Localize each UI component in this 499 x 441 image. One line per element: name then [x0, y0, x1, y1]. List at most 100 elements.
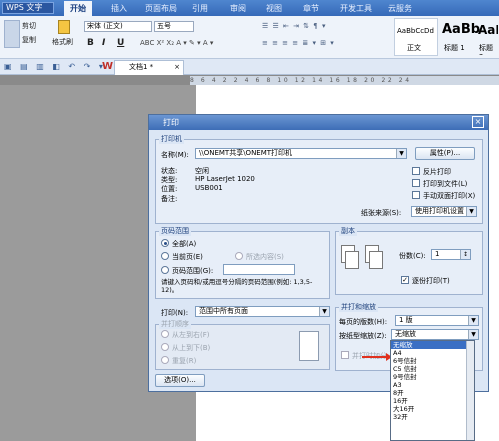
- paper-source-label: 纸张来源(S):: [361, 209, 402, 217]
- copies-title: 副本: [339, 226, 357, 236]
- page-range-hint: 请键入页码和/或用逗号分隔的页码范围(例如: 1,3,5-12)。: [161, 278, 313, 294]
- close-icon[interactable]: ×: [472, 116, 484, 128]
- paper-source-select[interactable]: 使用打印机设置 ▼: [411, 206, 477, 217]
- print-what-select[interactable]: 范围中所有页面 ▼: [195, 306, 330, 317]
- document-tab[interactable]: 文档1 * ×: [114, 60, 184, 75]
- manual-duplex-label: 手动双面打印(X): [423, 192, 476, 200]
- chevron-down-icon: ▼: [396, 149, 406, 158]
- range-pages-label: 页码范围(G):: [172, 267, 214, 275]
- merge-border-checkbox[interactable]: [341, 351, 349, 359]
- printer-name-select[interactable]: \\ONEMT共享\ONEMT打印机 ▼: [195, 148, 407, 159]
- order-ttb-radio[interactable]: [161, 343, 169, 351]
- chevron-down-icon: ▼: [468, 330, 478, 339]
- order-repeat-label: 重复(R): [172, 357, 197, 365]
- font-name-select[interactable]: 宋体 (正文): [84, 21, 152, 32]
- spinner-icon[interactable]: ↕: [460, 250, 470, 259]
- italic-button[interactable]: I: [102, 38, 105, 48]
- collate-order-preview-icon: [299, 331, 319, 361]
- order-ltr-label: 从左到右(F): [172, 331, 210, 339]
- scale-option[interactable]: 6号信封: [391, 357, 474, 365]
- tab-review[interactable]: 审阅: [230, 3, 246, 14]
- range-all-radio[interactable]: [161, 239, 169, 247]
- style-normal[interactable]: AaBbCcDd 正文: [394, 18, 438, 56]
- scale-option[interactable]: 8开: [391, 389, 474, 397]
- style-preview: AaBl: [478, 23, 498, 37]
- pages-per-sheet-select[interactable]: 1 版 ▼: [395, 315, 479, 326]
- underline-button[interactable]: U: [117, 38, 124, 48]
- tab-home[interactable]: 开始: [64, 1, 92, 16]
- font-size-select[interactable]: 五号: [154, 21, 194, 32]
- paragraph-icons[interactable]: ☰ ☰ ⇤ ⇥ ⇅ ¶ ▾: [262, 22, 372, 31]
- scale-select[interactable]: 无缩放 ▼: [391, 329, 479, 340]
- font-format-icons[interactable]: ABC X² X₂ A ▾ ✎ ▾ A ▾: [140, 39, 226, 48]
- copies-count-value: 1: [435, 250, 440, 258]
- close-tab-icon[interactable]: ×: [174, 61, 180, 74]
- scale-option[interactable]: 大16开: [391, 405, 474, 413]
- scale-option[interactable]: 32开: [391, 413, 474, 421]
- tab-insert[interactable]: 插入: [111, 3, 127, 14]
- range-pages-radio[interactable]: [161, 266, 169, 274]
- range-all-label: 全部(A): [172, 240, 197, 248]
- format-painter-icon[interactable]: [58, 20, 70, 34]
- copies-count-input[interactable]: 1 ↕: [431, 249, 471, 260]
- wps-icon[interactable]: W: [102, 61, 113, 72]
- scale-dropdown-list[interactable]: 无缩放 A4 6号信封 C5 信封 9号信封 A3 8开 16开 大16开 32…: [390, 340, 475, 441]
- style-preview: AaBb: [442, 22, 481, 37]
- style-heading-1[interactable]: AaBb 标题 1: [440, 18, 480, 56]
- order-repeat-radio[interactable]: [161, 356, 169, 364]
- scale-option[interactable]: A3: [391, 381, 474, 389]
- style-name: 标题 2: [479, 44, 493, 55]
- tab-page-layout[interactable]: 页面布局: [145, 3, 177, 14]
- scale-option[interactable]: 无缩放: [391, 341, 474, 349]
- scale-option[interactable]: C5 信封: [391, 365, 474, 373]
- options-button[interactable]: 选项(O)...: [155, 374, 205, 387]
- reverse-print-label: 反片打印: [423, 168, 451, 176]
- quick-access-icons[interactable]: ▣ ▤ ▥ ◧ ↶ ↷ ▾: [4, 62, 106, 71]
- where-label: 位置:: [161, 185, 178, 193]
- manual-duplex-checkbox[interactable]: [412, 191, 420, 199]
- quick-access-bar: ▣ ▤ ▥ ◧ ↶ ↷ ▾ W: [0, 59, 499, 75]
- format-painter-button[interactable]: 格式刷: [52, 37, 73, 47]
- page-range-title: 页码范围: [159, 226, 191, 236]
- chevron-down-icon: ▼: [319, 307, 329, 316]
- collate-label: 逐份打印(T): [412, 277, 450, 285]
- pages-per-sheet-label: 每页的版数(H):: [339, 318, 388, 326]
- range-selection-radio[interactable]: [235, 252, 243, 260]
- zoom-title: 并打和缩放: [339, 302, 378, 312]
- printer-group-title: 打印机: [159, 134, 184, 144]
- collate-checkbox[interactable]: ✓: [401, 276, 409, 284]
- tab-sections[interactable]: 章节: [303, 3, 319, 14]
- order-ttb-label: 从上到下(B): [172, 344, 211, 352]
- scale-value: 无缩放: [395, 330, 416, 338]
- reverse-print-checkbox[interactable]: [412, 167, 420, 175]
- scale-label: 按纸型缩放(Z):: [339, 332, 387, 340]
- paste-icon[interactable]: [4, 20, 20, 48]
- app-logo-button[interactable]: WPS 文字: [2, 2, 54, 14]
- range-current-radio[interactable]: [161, 252, 169, 260]
- properties-button[interactable]: 属性(P)...: [415, 147, 475, 160]
- order-ltr-radio[interactable]: [161, 330, 169, 338]
- copy-button[interactable]: 复制: [22, 35, 36, 45]
- style-preview: AaBbCcDd: [397, 27, 434, 35]
- print-to-file-checkbox[interactable]: [412, 179, 420, 187]
- align-icons[interactable]: ≡ ≡ ≡ ≡ ≣ ▾ ⊞ ▾: [262, 39, 372, 48]
- page-range-input[interactable]: [223, 264, 295, 275]
- range-current-label: 当前页(E): [172, 253, 203, 261]
- copies-count-label: 份数(C):: [399, 252, 426, 260]
- tab-references[interactable]: 引用: [192, 3, 208, 14]
- scale-option[interactable]: 9号信封: [391, 373, 474, 381]
- bold-button[interactable]: B: [87, 38, 94, 48]
- style-name: 标题 1: [444, 44, 465, 52]
- tab-cloud[interactable]: 云服务: [388, 3, 412, 14]
- printer-name-label: 名称(M):: [161, 151, 189, 159]
- scale-option[interactable]: 16开: [391, 397, 474, 405]
- tab-developer[interactable]: 开发工具: [340, 3, 372, 14]
- scale-option[interactable]: A4: [391, 349, 474, 357]
- dropdown-scrollbar[interactable]: [466, 341, 474, 440]
- ribbon: 剪切 复制 格式刷 宋体 (正文) 五号 B I U ABC X² X₂ A ▾…: [0, 16, 499, 59]
- tab-view[interactable]: 视图: [266, 3, 282, 14]
- cut-button[interactable]: 剪切: [22, 21, 36, 31]
- range-selection-label: 所选内容(S): [246, 253, 284, 261]
- style-heading-2[interactable]: AaBl 标题 2: [476, 18, 499, 56]
- red-arrow-icon: [362, 353, 392, 361]
